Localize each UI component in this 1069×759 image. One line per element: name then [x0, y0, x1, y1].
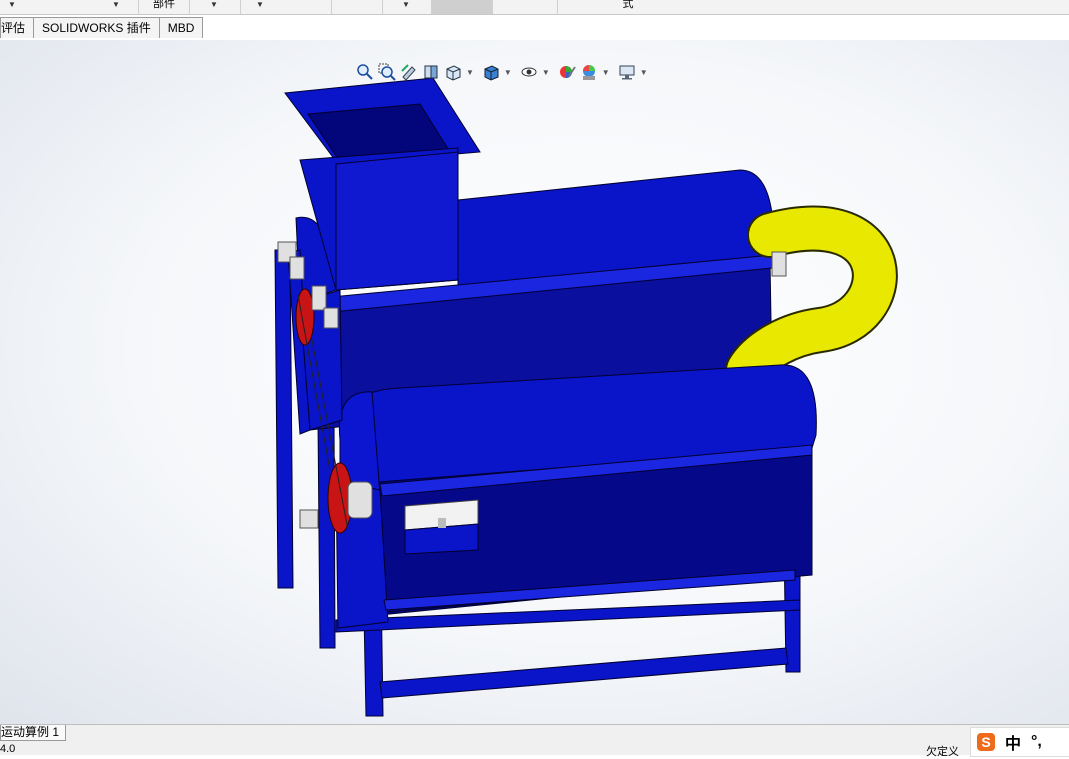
edit-appearance-icon[interactable] [558, 63, 576, 81]
toolbar-cell-4[interactable] [332, 0, 383, 14]
toolbar-cell-parts[interactable]: 部件 [139, 0, 190, 14]
toolbar-cell-8[interactable]: 式 [558, 0, 698, 14]
toolbar-dropdown-5[interactable]: ▼ [383, 0, 432, 14]
bottom-bar: 运动算例 1 4.0 欠定义 S 中 °, [0, 724, 1069, 758]
lower-drum [335, 364, 817, 629]
toolbar-dropdown-1[interactable]: ▼ ▼ [0, 0, 139, 14]
outlet-window [404, 499, 479, 555]
tab-solidworks-addins[interactable]: SOLIDWORKS 插件 [33, 17, 160, 38]
top-toolbar: ▼ ▼ 部件 ▼ ▼ ▼ 式 [0, 0, 1069, 15]
toolbar-cell-label: 部件 [153, 0, 175, 10]
tab-motion-study[interactable]: 运动算例 1 [0, 725, 67, 741]
ime-toolbar[interactable]: S 中 °, [970, 727, 1069, 757]
section-view-icon[interactable] [422, 63, 440, 81]
toolbar-dropdown-3[interactable]: ▼ [241, 0, 332, 14]
zoom-to-fit-icon[interactable] [356, 63, 374, 81]
tab-mbd[interactable]: MBD [158, 17, 204, 38]
machine-model [274, 77, 898, 717]
graphics-viewport[interactable]: ▼ ▼ ▼ ▼ ▼ [0, 40, 1069, 724]
tab-evaluate[interactable]: 评估 [0, 17, 35, 38]
toolbar-cell-7[interactable] [493, 0, 558, 14]
hide-show-icon[interactable] [520, 63, 538, 81]
display-style-icon[interactable] [482, 63, 500, 81]
chevron-down-icon: ▼ [112, 0, 120, 9]
command-manager-tabs: 评估 SOLIDWORKS 插件 MBD [0, 17, 204, 39]
toolbar-cell-active[interactable] [432, 0, 493, 14]
chevron-down-icon: ▼ [8, 0, 16, 9]
status-version: 4.0 [0, 743, 16, 755]
apply-scene-icon[interactable] [580, 63, 598, 81]
ime-language-toggle[interactable]: 中 [1005, 730, 1021, 754]
chevron-down-icon[interactable]: ▼ [466, 68, 474, 77]
chevron-down-icon[interactable]: ▼ [542, 68, 550, 77]
status-definition: 欠定义 [926, 746, 959, 758]
chevron-down-icon: ▼ [210, 0, 218, 9]
ime-punctuation-toggle[interactable]: °, [1031, 733, 1042, 751]
zoom-area-icon[interactable] [378, 63, 396, 81]
toolbar-dropdown-2[interactable]: ▼ [190, 0, 241, 14]
heads-up-view-toolbar: ▼ ▼ ▼ ▼ ▼ [356, 62, 652, 82]
chevron-down-icon[interactable]: ▼ [640, 68, 648, 77]
view-settings-icon[interactable] [618, 63, 636, 81]
chevron-down-icon: ▼ [402, 0, 410, 9]
chevron-down-icon[interactable]: ▼ [602, 68, 610, 77]
chevron-down-icon: ▼ [256, 0, 264, 9]
chevron-down-icon[interactable]: ▼ [504, 68, 512, 77]
sogou-logo-icon[interactable]: S [977, 733, 995, 751]
toolbar-cell-label: 式 [622, 0, 634, 10]
previous-view-icon[interactable] [400, 63, 418, 81]
view-orientation-icon[interactable] [444, 63, 462, 81]
